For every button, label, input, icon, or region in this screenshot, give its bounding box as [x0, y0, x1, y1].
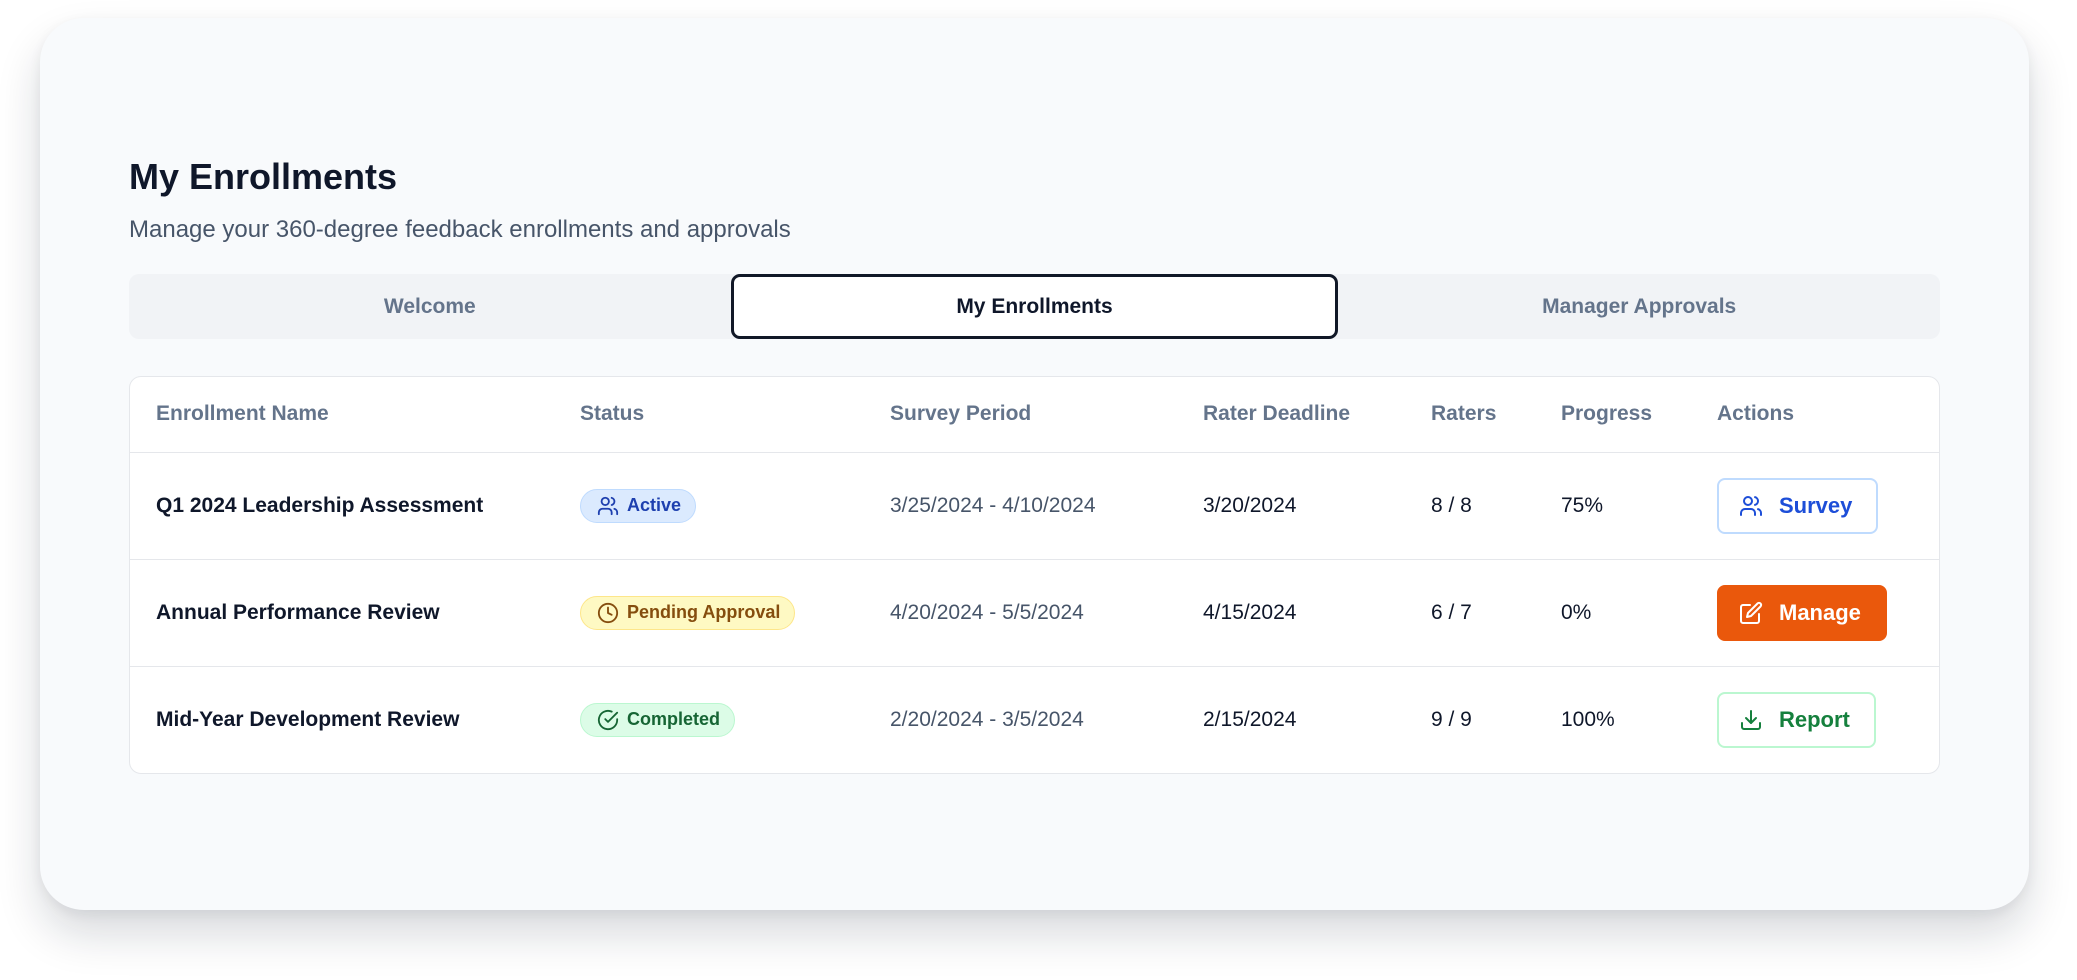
column-header-actions: Actions [1691, 377, 1939, 453]
tab-welcome[interactable]: Welcome [129, 274, 731, 339]
clock-icon [597, 602, 619, 623]
main-content: My Enrollments Manage your 360-degree fe… [129, 155, 1940, 774]
progress-value: 100% [1561, 707, 1615, 731]
page-subtitle: Manage your 360-degree feedback enrollme… [129, 216, 791, 243]
raters-count: 8 / 8 [1405, 452, 1535, 560]
status-cell: Active [554, 452, 864, 560]
status-cell: Completed [554, 666, 864, 773]
status-badge: Completed [580, 702, 736, 737]
column-header-survey-period: Survey Period [864, 377, 1177, 453]
enrollment-name: Mid-Year Development Review [156, 707, 460, 731]
manage-button[interactable]: Manage [1717, 584, 1887, 641]
tab-my-enrollments[interactable]: My Enrollments [730, 274, 1339, 339]
table-row: Annual Performance Review Pending Approv… [130, 559, 1939, 667]
report-button[interactable]: Report [1717, 691, 1876, 748]
users-icon [1740, 495, 1762, 516]
rater-deadline: 4/15/2024 [1177, 559, 1405, 667]
progress-value: 0% [1535, 559, 1691, 667]
status-label: Active [627, 495, 682, 515]
enrollment-name: Annual Performance Review [130, 559, 554, 667]
status-label: Completed [627, 709, 721, 730]
page-title: My Enrollments [129, 156, 398, 197]
raters-count: 6 / 7 [1405, 559, 1535, 667]
column-header-progress: Progress [1535, 377, 1691, 453]
survey-period: 4/20/2024 - 5/5/2024 [864, 559, 1177, 667]
tab-bar: Welcome My Enrollments Manager Approvals [129, 274, 1940, 339]
actions-cell: Survey [1691, 452, 1939, 560]
survey-period: 3/25/2024 - 4/10/2024 [864, 452, 1177, 560]
report-button-label: Report [1779, 706, 1850, 732]
enrollments-table: Enrollment Name Status Survey Period Rat… [129, 376, 1940, 774]
check-circle-icon [597, 709, 619, 730]
column-header-rater-deadline: Rater Deadline [1177, 377, 1405, 453]
enrollment-name: Q1 2024 Leadership Assessment [130, 452, 554, 560]
status-badge: Active [580, 488, 697, 523]
table-header-row: Enrollment Name Status Survey Period Rat… [130, 377, 1939, 453]
edit-icon [1740, 601, 1763, 624]
column-header-raters: Raters [1405, 377, 1535, 453]
survey-period: 2/20/2024 - 3/5/2024 [890, 707, 1084, 731]
table-row: Q1 2024 Leadership Assessment Active 3/2… [130, 452, 1939, 560]
progress-value: 75% [1535, 452, 1691, 560]
rater-deadline: 3/20/2024 [1177, 452, 1405, 560]
survey-button[interactable]: Survey [1717, 477, 1879, 534]
survey-button-label: Survey [1779, 492, 1853, 518]
tab-manager-approvals[interactable]: Manager Approvals [1338, 274, 1940, 339]
actions-cell: Report [1691, 666, 1939, 773]
manage-button-label: Manage [1779, 599, 1861, 625]
status-cell: Pending Approval [554, 559, 864, 667]
column-header-status: Status [554, 377, 864, 453]
column-header-enrollment-name: Enrollment Name [130, 377, 554, 453]
rater-deadline: 2/15/2024 [1203, 707, 1297, 731]
download-icon [1741, 709, 1761, 730]
raters-count: 9 / 9 [1431, 707, 1472, 731]
table-row: Mid-Year Development Review Completed 2/… [130, 666, 1939, 773]
status-badge: Pending Approval [580, 595, 796, 630]
enrollments-card: My Enrollments Manage your 360-degree fe… [40, 18, 2029, 910]
actions-cell: Manage [1691, 559, 1939, 667]
users-icon [597, 496, 619, 515]
status-label: Pending Approval [627, 602, 781, 622]
